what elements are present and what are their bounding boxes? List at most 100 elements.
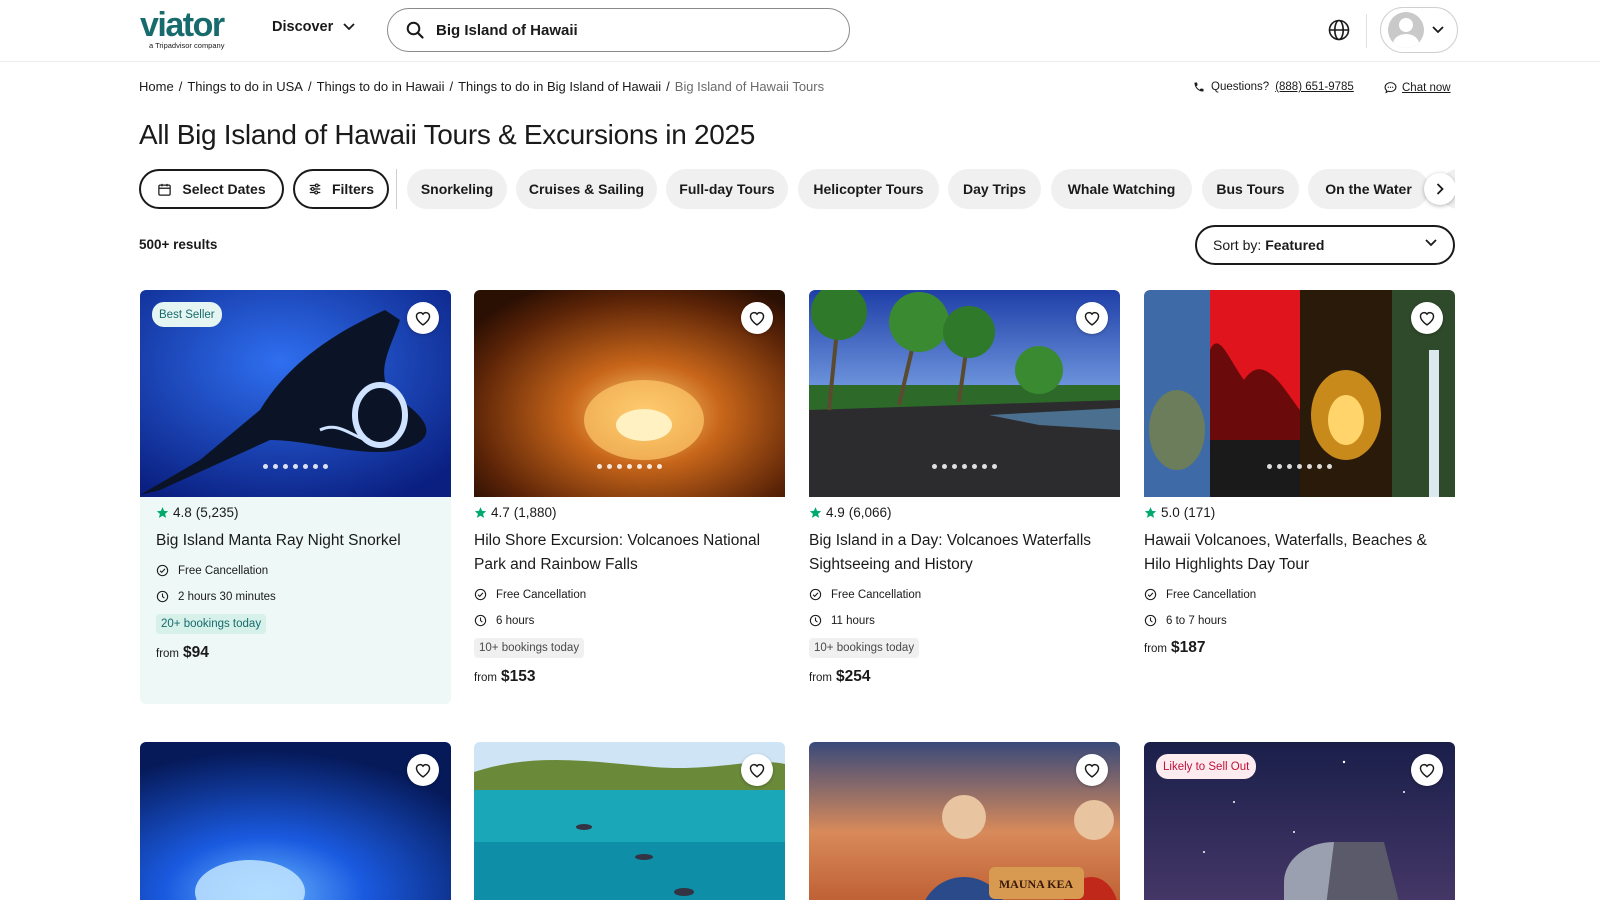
product-image[interactable]: [1144, 290, 1455, 497]
wishlist-heart-button[interactable]: [1076, 302, 1108, 334]
rating-value: 4.7: [491, 505, 510, 520]
check-circle-icon: [474, 588, 487, 601]
results-count: 500+ results: [139, 237, 218, 252]
wishlist-heart-button[interactable]: [407, 754, 439, 786]
night-manta-photo: [140, 742, 451, 900]
price-value: $187: [1171, 639, 1206, 656]
product-image[interactable]: [140, 742, 451, 900]
mauna-kea-photo: MAUNA KEA: [809, 742, 1120, 900]
chip-helicopter-tours[interactable]: Helicopter Tours: [798, 169, 939, 209]
sign-text: MAUNA KEA: [999, 877, 1074, 891]
phone-icon: [1194, 82, 1204, 92]
chip-cruises-sailing[interactable]: Cruises & Sailing: [516, 169, 657, 209]
product-image[interactable]: MAUNA KEA: [809, 742, 1120, 900]
viator-logo[interactable]: viator a Tripadvisor company: [140, 8, 242, 50]
chip-on-the-water[interactable]: On the Water: [1308, 169, 1429, 209]
review-count: (6,066): [848, 505, 892, 520]
product-title[interactable]: Hawaii Volcanoes, Waterfalls, Beaches & …: [1144, 529, 1455, 577]
heart-icon: [1084, 311, 1100, 326]
chip-day-trips[interactable]: Day Trips: [948, 169, 1041, 209]
breadcrumb-link[interactable]: Things to do in Hawaii: [317, 79, 445, 94]
select-dates-label: Select Dates: [182, 181, 266, 197]
wishlist-heart-button[interactable]: [1411, 754, 1443, 786]
free-cancellation: Free Cancellation: [1144, 586, 1455, 603]
product-title[interactable]: Hilo Shore Excursion: Volcanoes National…: [474, 529, 785, 577]
price-value: $254: [836, 668, 871, 685]
account-menu[interactable]: [1380, 7, 1458, 53]
wishlist-heart-button[interactable]: [1411, 302, 1443, 334]
breadcrumb-link[interactable]: Things to do in Big Island of Hawaii: [458, 79, 661, 94]
breadcrumb-current: Big Island of Hawaii Tours: [674, 79, 825, 94]
product-image[interactable]: Best Seller: [140, 290, 451, 497]
filters-button[interactable]: Filters: [293, 169, 389, 209]
chevron-down-icon: [1425, 239, 1437, 247]
breadcrumb: Home / Things to do in USA / Things to do …: [139, 79, 825, 94]
product-card[interactable]: 5.0 (171) Hawaii Volcanoes, Waterfalls, …: [1144, 290, 1455, 657]
heart-icon: [749, 311, 765, 326]
carousel-dots[interactable]: [474, 464, 785, 469]
wishlist-heart-button[interactable]: [407, 302, 439, 334]
carousel-dots[interactable]: [140, 464, 451, 469]
price: from $187: [1144, 639, 1206, 656]
review-count: (5,235): [195, 505, 239, 520]
carousel-dots[interactable]: [809, 464, 1120, 469]
product-card[interactable]: [474, 742, 785, 900]
page-title: All Big Island of Hawaii Tours & Excursi…: [139, 119, 756, 150]
chip-full-day-tours[interactable]: Full-day Tours: [666, 169, 788, 209]
duration: 6 hours: [474, 612, 785, 629]
star-icon: [156, 507, 169, 518]
wishlist-heart-button[interactable]: [741, 754, 773, 786]
support-questions: Questions? (888) 651-9785: [1193, 81, 1354, 93]
globe-icon[interactable]: [1327, 18, 1351, 42]
product-card[interactable]: 4.9 (6,066) Big Island in a Day: Volcano…: [809, 290, 1120, 686]
clock-icon: [1144, 614, 1157, 627]
rating: 4.8 (5,235): [156, 504, 435, 521]
chip-bus-tours[interactable]: Bus Tours: [1202, 169, 1299, 209]
avatar: [1388, 12, 1424, 48]
product-card[interactable]: Likely to Sell Out: [1144, 742, 1455, 900]
chip-snorkeling[interactable]: Snorkeling: [407, 169, 507, 209]
product-title[interactable]: Big Island in a Day: Volcanoes Waterfall…: [809, 529, 1120, 577]
product-title[interactable]: Big Island Manta Ray Night Snorkel: [156, 529, 435, 553]
search-input[interactable]: [436, 21, 816, 39]
wishlist-heart-button[interactable]: [1076, 754, 1108, 786]
sort-label: Sort by:: [1213, 237, 1262, 253]
filter-divider: [396, 169, 397, 209]
product-image[interactable]: [474, 290, 785, 497]
rating: 5.0 (171): [1144, 504, 1455, 521]
heart-icon: [749, 763, 765, 778]
sort-dropdown[interactable]: Sort by: Featured: [1195, 225, 1455, 265]
chip-whale-watching[interactable]: Whale Watching: [1051, 169, 1192, 209]
chat-label: Chat now: [1402, 81, 1451, 94]
carousel-dots[interactable]: [1144, 464, 1455, 469]
product-card[interactable]: 4.7 (1,880) Hilo Shore Excursion: Volcan…: [474, 290, 785, 686]
product-image[interactable]: [474, 742, 785, 900]
heart-icon: [1084, 763, 1100, 778]
chat-now-link[interactable]: Chat now: [1384, 81, 1451, 94]
star-icon: [1144, 507, 1157, 518]
select-dates-button[interactable]: Select Dates: [139, 169, 284, 209]
product-image[interactable]: Likely to Sell Out: [1144, 742, 1455, 900]
product-card[interactable]: [140, 742, 451, 900]
price-value: $94: [183, 644, 209, 661]
check-circle-icon: [1144, 588, 1157, 601]
price: from $254: [809, 668, 871, 685]
filters-label: Filters: [331, 181, 374, 197]
rating: 4.9 (6,066): [809, 504, 1120, 521]
star-icon: [474, 507, 487, 518]
phone-link[interactable]: (888) 651-9785: [1275, 81, 1354, 93]
best-seller-badge: Best Seller: [152, 302, 222, 327]
product-image[interactable]: [809, 290, 1120, 497]
product-card[interactable]: MAUNA KEA: [809, 742, 1120, 900]
filter-row: Select Dates Filters Snorkeling Cruises …: [139, 169, 1455, 209]
questions-label: Questions?: [1211, 81, 1270, 93]
bookings-badge: 10+ bookings today: [474, 638, 585, 658]
breadcrumb-link[interactable]: Home: [139, 79, 174, 94]
discover-menu[interactable]: Discover: [272, 19, 355, 35]
chips-scroll-next-button[interactable]: [1424, 173, 1455, 205]
free-cancellation: Free Cancellation: [809, 586, 1120, 603]
breadcrumb-link[interactable]: Things to do in USA: [187, 79, 303, 94]
search-bar[interactable]: [387, 8, 850, 52]
wishlist-heart-button[interactable]: [741, 302, 773, 334]
product-card[interactable]: Best Seller 4.8 (5,235) Big Island Manta…: [140, 290, 451, 704]
